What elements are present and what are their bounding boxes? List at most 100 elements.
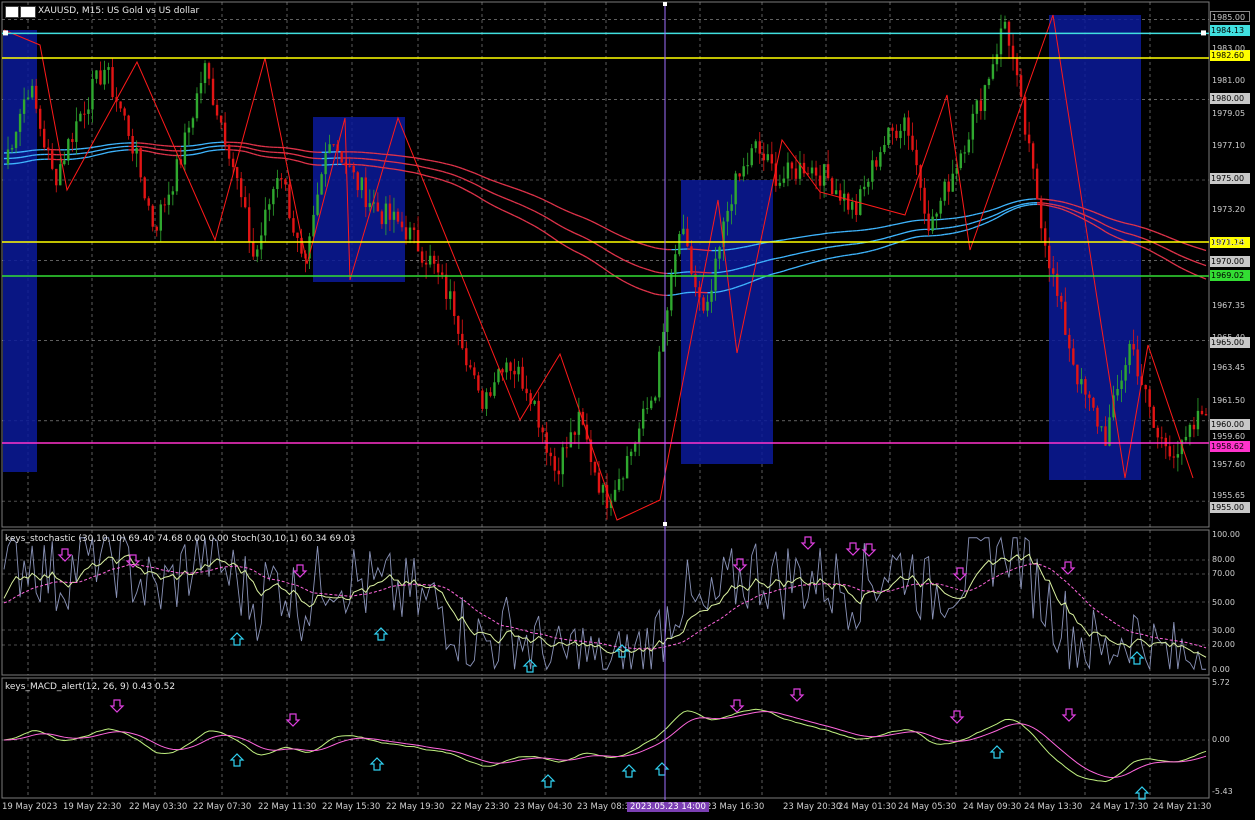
moving-average-line <box>1017 200 1021 201</box>
moving-average-line <box>245 147 249 148</box>
candle-body <box>578 412 580 435</box>
candle-body <box>123 108 125 115</box>
moving-average-line <box>856 243 860 244</box>
moving-average-line <box>378 167 382 168</box>
candle-body <box>1088 395 1090 398</box>
moving-average-line <box>394 162 398 163</box>
moving-average-line <box>197 149 201 150</box>
candle-body <box>992 64 994 79</box>
moving-average-line <box>205 143 209 144</box>
chart-window[interactable]: XAUUSD, M15: US Gold vs US dollar keys_s… <box>0 0 1255 816</box>
moving-average-line <box>289 154 293 155</box>
moving-average-line <box>913 230 917 231</box>
moving-average-line <box>193 145 197 146</box>
moving-average-line <box>422 159 426 160</box>
moving-average-line <box>961 231 965 232</box>
candle-body <box>59 164 61 185</box>
moving-average-line <box>977 213 981 214</box>
moving-average-line <box>201 144 205 145</box>
moving-average-line <box>876 239 880 240</box>
moving-average-line <box>792 254 796 255</box>
candle-body <box>847 194 849 210</box>
candle-body <box>1136 349 1138 376</box>
moving-average-line <box>161 154 165 155</box>
candle-body <box>1056 274 1058 296</box>
candle-body <box>827 164 829 178</box>
indicator-icon[interactable] <box>20 6 36 18</box>
moving-average-line <box>909 221 913 222</box>
candle-body <box>1193 425 1195 429</box>
moving-average-line <box>253 145 257 146</box>
moving-average-line <box>780 240 784 241</box>
candle-body <box>433 256 435 264</box>
candle-body <box>819 176 821 186</box>
moving-average-line <box>836 246 840 247</box>
candle-body <box>923 188 925 214</box>
candle-body <box>968 140 970 153</box>
candle-body <box>598 473 600 493</box>
moving-average-line <box>1025 203 1029 204</box>
candle-body <box>23 99 25 114</box>
moving-average-line <box>209 150 213 151</box>
candle-body <box>787 163 789 179</box>
moving-average-line <box>402 170 406 171</box>
chart-canvas[interactable] <box>0 0 1255 816</box>
moving-average-line <box>293 154 297 155</box>
time-label: 22 May 15:30 <box>322 802 380 812</box>
candle-body <box>188 128 190 133</box>
candle-body <box>509 362 511 370</box>
candle-body <box>429 256 431 265</box>
candle-body <box>449 291 451 299</box>
moving-average-line <box>888 225 892 226</box>
moving-average-line <box>828 247 832 248</box>
moving-average-line <box>840 245 844 246</box>
candle-body <box>168 195 170 205</box>
time-label: 23 May 04:30 <box>514 802 572 812</box>
time-label: 24 May 05:30 <box>898 802 956 812</box>
candle-body <box>521 367 523 389</box>
candle-body <box>650 401 652 409</box>
candle-body <box>960 153 962 168</box>
candle-body <box>55 169 57 185</box>
price-label: 1973.20 <box>1212 205 1245 214</box>
candle-body <box>212 79 214 105</box>
candle-body <box>1205 414 1207 415</box>
candle-body <box>879 152 881 167</box>
candle-body <box>710 291 712 302</box>
moving-average-line <box>917 236 921 237</box>
candle-body <box>469 365 471 367</box>
moving-average-line <box>306 163 310 164</box>
candle-body <box>144 177 146 198</box>
candle-body <box>176 159 178 191</box>
candle-body <box>83 114 85 115</box>
moving-average-line <box>752 245 756 246</box>
price-tag: 1984.13 <box>1210 25 1250 36</box>
moving-average-line <box>1130 224 1134 225</box>
candle-body <box>714 259 716 291</box>
moving-average-line <box>1021 200 1025 201</box>
moving-average-line <box>96 150 100 151</box>
moving-average-line <box>406 171 410 172</box>
chart-title: XAUUSD, M15: US Gold vs US dollar <box>38 6 199 16</box>
candle-body <box>763 154 765 161</box>
moving-average-line <box>720 291 724 292</box>
candle-body <box>312 215 314 236</box>
candle-body <box>139 148 141 177</box>
candle-body <box>131 136 133 154</box>
price-label: 1983.00 <box>1212 44 1245 53</box>
candle-body <box>726 211 728 222</box>
candle-body <box>75 121 77 142</box>
candle-body <box>747 165 749 166</box>
candle-body <box>602 485 604 493</box>
chart-type-icon[interactable] <box>5 6 19 18</box>
moving-average-line <box>145 151 149 152</box>
candle-body <box>95 70 97 79</box>
candle-body <box>377 203 379 212</box>
candle-body <box>497 369 499 382</box>
moving-average-line <box>402 163 406 164</box>
candle-body <box>996 54 998 64</box>
candle-body <box>686 229 688 247</box>
moving-average-line <box>904 222 908 223</box>
candle-body <box>393 212 395 220</box>
moving-average-line <box>414 173 418 174</box>
